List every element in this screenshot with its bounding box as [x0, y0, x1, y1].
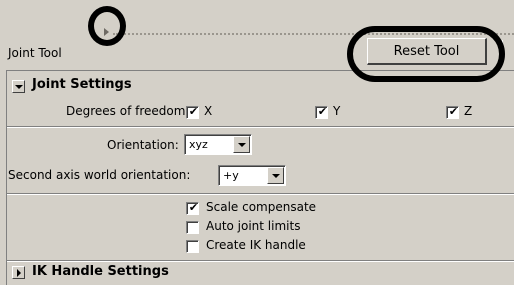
dof-x-label: X — [204, 104, 213, 118]
dof-z-checkbox[interactable]: ✔ — [446, 105, 459, 119]
orientation-value: xyz — [189, 138, 208, 151]
panel-grip-handle[interactable] — [113, 33, 514, 35]
orientation-dropdown[interactable]: xyz — [184, 134, 252, 155]
chevron-down-icon[interactable] — [233, 136, 250, 153]
second-axis-label: Second axis world orientation: — [8, 168, 191, 182]
chevron-down-icon[interactable] — [267, 167, 284, 184]
grip-arrow-icon[interactable] — [104, 28, 109, 36]
second-axis-dropdown[interactable]: +y — [218, 165, 286, 186]
tool-settings-panel: Joint Tool Reset Tool Joint Settings Deg… — [0, 0, 514, 285]
scale-compensate-checkbox[interactable]: ✔ — [186, 201, 199, 215]
dof-x-checkbox[interactable]: ✔ — [186, 105, 199, 119]
triangle-right-icon — [17, 269, 21, 277]
second-axis-value: +y — [223, 169, 239, 182]
dof-y-label: Y — [333, 104, 341, 118]
ik-settings-expander[interactable] — [12, 266, 25, 279]
joint-settings-title: Joint Settings — [32, 77, 132, 92]
dof-z-label: Z — [464, 104, 473, 118]
checkmark-icon: ✔ — [188, 201, 199, 214]
checkmark-icon: ✔ — [448, 105, 459, 118]
create-ik-handle-checkbox[interactable] — [186, 240, 199, 253]
create-ik-handle-label: Create IK handle — [206, 238, 306, 252]
divider — [7, 193, 514, 195]
reset-tool-button[interactable]: Reset Tool — [367, 38, 487, 65]
joint-settings-expander[interactable] — [12, 80, 25, 93]
ik-settings-title: IK Handle Settings — [32, 264, 169, 279]
auto-joint-limits-checkbox[interactable] — [186, 221, 199, 234]
auto-joint-limits-label: Auto joint limits — [206, 219, 301, 233]
divider — [7, 126, 514, 128]
annotation-circle — [88, 6, 126, 46]
toolbar-edge — [502, 40, 514, 65]
dof-label: Degrees of freedom: — [66, 104, 190, 118]
divider — [7, 260, 514, 262]
dof-y-checkbox[interactable]: ✔ — [315, 105, 328, 119]
checkmark-icon: ✔ — [317, 105, 328, 118]
scale-compensate-label: Scale compensate — [206, 200, 317, 214]
checkmark-icon: ✔ — [188, 105, 199, 118]
tool-title: Joint Tool — [8, 46, 62, 60]
triangle-down-icon — [15, 85, 23, 89]
orientation-label: Orientation: — [107, 138, 179, 152]
